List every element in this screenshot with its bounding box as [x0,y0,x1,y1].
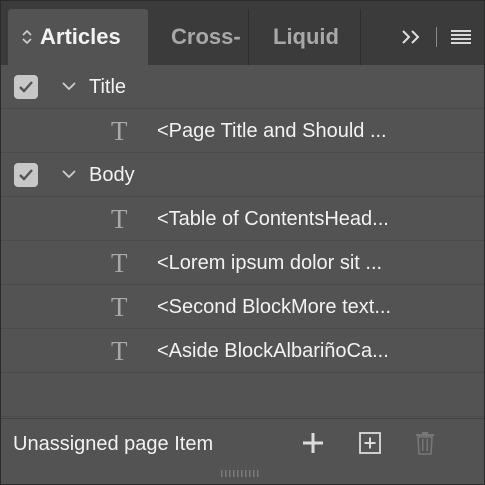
add-article-button[interactable] [300,430,326,456]
unassigned-items-label: Unassigned page Item [13,433,214,455]
text-frame-icon: T [111,292,128,322]
article-item-row[interactable]: T <Lorem ipsum dolor sit ... [1,241,484,285]
article-name: Body [89,164,135,186]
article-item-label: <Aside BlockAlbariñoCa... [157,340,389,362]
chevron-down-icon[interactable] [61,169,77,179]
tab-label: Liquid [273,24,339,49]
tabbar-divider [436,27,437,47]
article-item-label: <Page Title and Should ... [157,120,387,142]
tab-liquid-layout[interactable]: Liquid [251,9,361,65]
double-chevron-right-icon[interactable] [399,25,425,49]
articles-panel: Articles Cross- Liquid Title T <Page Tit… [0,0,485,485]
add-selected-icon [359,432,381,454]
article-row-title[interactable]: Title [1,65,484,109]
text-frame-icon: T [111,116,128,146]
article-name: Title [89,76,127,98]
checkmark-icon [19,81,33,93]
panel-footer: Unassigned page Item [1,418,484,469]
plus-icon [303,433,323,453]
text-frame-icon: T [111,204,128,234]
article-item-label: <Lorem ipsum dolor sit ... [157,252,383,274]
hamburger-menu-icon[interactable] [450,29,472,45]
text-frame-icon: T [111,248,128,278]
resize-grip-icon[interactable] [220,469,262,478]
chevron-down-icon[interactable] [61,81,77,91]
articles-list: Title T <Page Title and Should ... Body … [1,65,484,417]
article-item-label: <Second BlockMore text... [157,296,392,318]
panel-tab-bar: Articles Cross- Liquid [1,1,484,65]
delete-button[interactable] [412,430,438,456]
article-item-row[interactable]: T <Table of ContentsHead... [1,197,484,241]
article-row-body[interactable]: Body [1,153,484,197]
checkmark-icon [19,169,33,181]
article-item-label: <Table of ContentsHead... [157,208,389,230]
tab-cross-references[interactable]: Cross- [149,9,249,65]
tab-articles[interactable]: Articles [8,9,148,65]
include-checkbox[interactable] [14,75,38,99]
tab-label: Cross- [171,24,241,49]
include-checkbox[interactable] [14,163,38,187]
tab-label: Articles [40,24,121,49]
article-item-row[interactable]: T <Page Title and Should ... [1,109,484,153]
up-down-icon [22,29,32,45]
trash-icon [416,432,434,455]
article-item-row[interactable]: T <Second BlockMore text... [1,285,484,329]
add-selection-button[interactable] [357,430,383,456]
article-item-row[interactable]: T <Aside BlockAlbariñoCa... [1,329,484,373]
text-frame-icon: T [111,336,128,366]
empty-list-row [1,373,484,417]
